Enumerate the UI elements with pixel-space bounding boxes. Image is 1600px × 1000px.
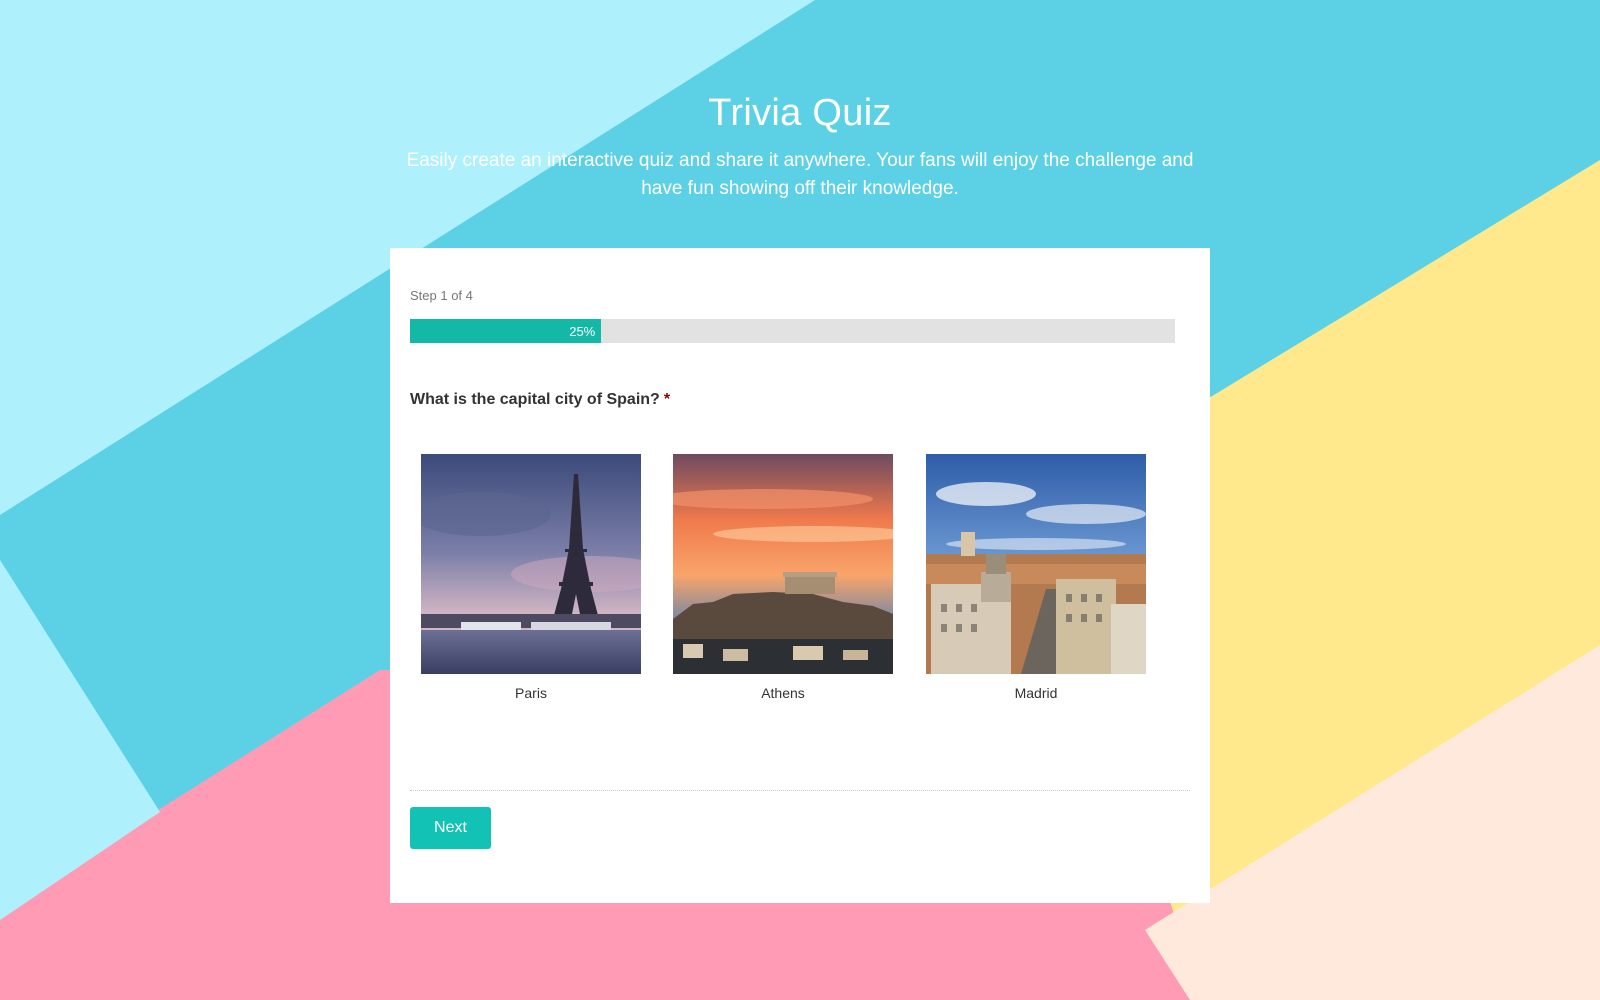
answer-options: Paris Athens Madrid — [421, 454, 1181, 714]
question-text: What is the capital city of Spain? * — [410, 391, 670, 409]
option-label-paris: Paris — [515, 685, 547, 701]
option-paris[interactable]: Paris — [421, 454, 641, 701]
question-label: What is the capital city of Spain? — [410, 391, 660, 408]
page-header: Trivia Quiz Easily create an interactive… — [0, 92, 1600, 203]
page-subtitle: Easily create an interactive quiz and sh… — [406, 150, 1194, 199]
next-button[interactable]: Next — [410, 807, 491, 849]
progress-label: 25% — [569, 323, 596, 339]
eiffel-tower-photo — [421, 454, 641, 674]
option-athens[interactable]: Athens — [673, 454, 893, 701]
option-madrid[interactable]: Madrid — [926, 454, 1146, 701]
divider — [410, 790, 1190, 791]
quiz-card: Step 1 of 4 25% What is the capital city… — [390, 248, 1210, 903]
progress-bar: 25% — [410, 319, 1175, 343]
step-indicator: Step 1 of 4 — [410, 288, 473, 303]
option-label-madrid: Madrid — [1014, 685, 1058, 701]
option-label-athens: Athens — [761, 685, 805, 701]
required-marker: * — [663, 391, 671, 408]
madrid-cityscape-photo — [926, 454, 1146, 674]
acropolis-sunset-photo — [673, 454, 893, 674]
page-title: Trivia Quiz — [708, 92, 892, 134]
progress-fill: 25% — [410, 319, 602, 343]
